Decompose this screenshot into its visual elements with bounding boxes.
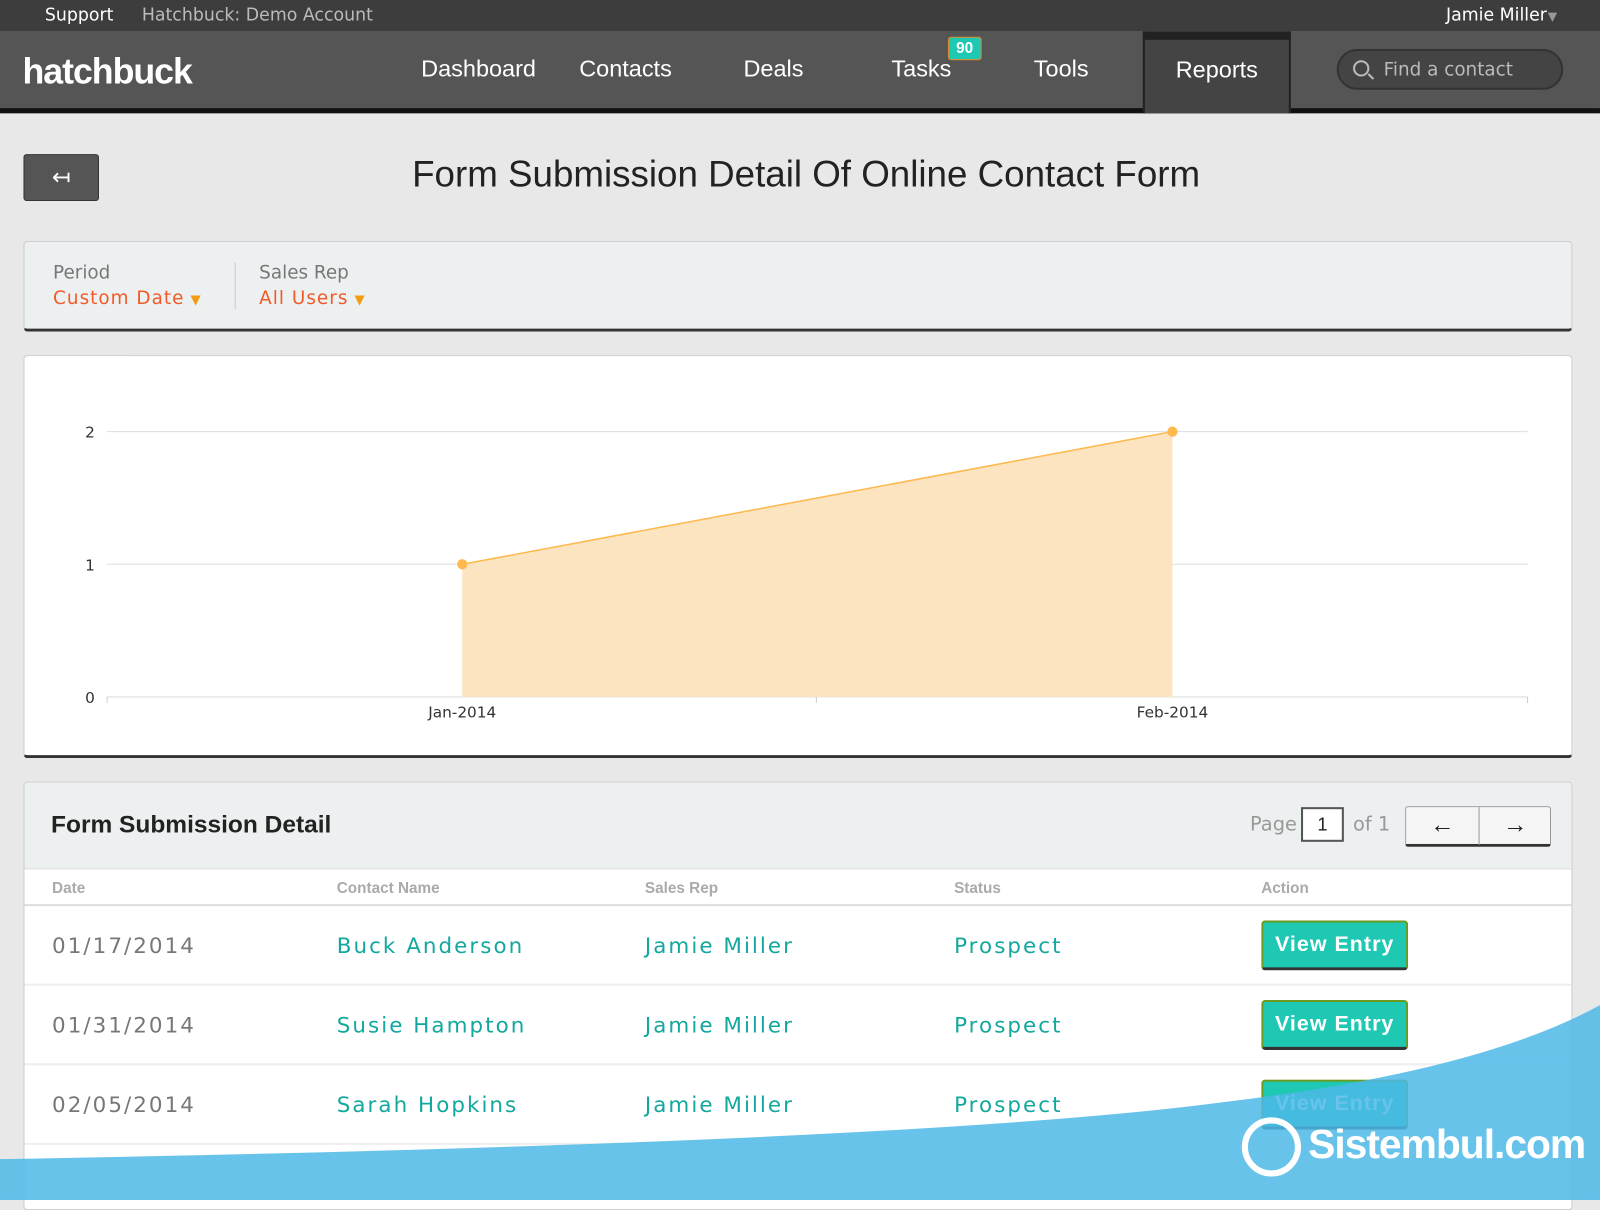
date-cell: 01/31/2014 bbox=[52, 1013, 196, 1038]
chart-panel: 0 1 2 Jan-2014 Feb-2014 bbox=[23, 355, 1573, 759]
data-point bbox=[1167, 426, 1178, 437]
page-input[interactable]: 1 bbox=[1301, 807, 1344, 842]
col-date: Date bbox=[52, 879, 86, 897]
col-contact: Contact Name bbox=[336, 879, 440, 897]
area-chart: 0 1 2 Jan-2014 Feb-2014 bbox=[85, 424, 1529, 721]
sales-rep-link[interactable]: Jamie Miller bbox=[645, 934, 794, 958]
next-page-button[interactable]: → bbox=[1478, 807, 1551, 845]
table-row: 01/17/2014 Buck Anderson Jamie Miller Pr… bbox=[24, 906, 1572, 986]
data-point bbox=[457, 559, 468, 570]
y-tick-label: 1 bbox=[85, 556, 95, 574]
contact-link[interactable]: Buck Anderson bbox=[337, 934, 525, 958]
y-tick-label: 2 bbox=[85, 424, 95, 442]
table-header: Date Contact Name Sales Rep Status Actio… bbox=[24, 869, 1572, 907]
status-cell: Prospect bbox=[954, 1013, 1063, 1038]
view-entry-button[interactable]: View Entry bbox=[1261, 999, 1409, 1050]
sales-rep-link[interactable]: Jamie Miller bbox=[645, 1093, 794, 1117]
contact-link[interactable]: Susie Hampton bbox=[337, 1013, 527, 1037]
col-action: Action bbox=[1261, 879, 1309, 897]
table-title: Form Submission Detail bbox=[51, 811, 332, 839]
col-rep: Sales Rep bbox=[644, 879, 719, 897]
col-status: Status bbox=[954, 879, 1001, 897]
area-fill bbox=[462, 431, 1173, 697]
date-cell: 02/05/2014 bbox=[52, 1092, 196, 1118]
date-cell: 01/17/2014 bbox=[52, 933, 196, 959]
page-count: of 1 bbox=[1353, 813, 1391, 836]
y-tick-label: 0 bbox=[85, 689, 95, 707]
x-tick-label: Jan-2014 bbox=[427, 703, 496, 721]
status-cell: Prospect bbox=[954, 1092, 1063, 1118]
status-cell: Prospect bbox=[954, 933, 1063, 959]
page-label: Page bbox=[1249, 813, 1297, 836]
x-tick-label: Feb-2014 bbox=[1137, 703, 1209, 721]
prev-page-button[interactable]: ← bbox=[1406, 807, 1478, 845]
view-entry-button[interactable]: View Entry bbox=[1261, 920, 1409, 971]
table-row: 01/31/2014 Susie Hampton Jamie Miller Pr… bbox=[24, 986, 1572, 1066]
sales-rep-link[interactable]: Jamie Miller bbox=[645, 1013, 794, 1037]
watermark-text: Sistembul.com bbox=[1308, 1122, 1586, 1168]
contact-link[interactable]: Sarah Hopkins bbox=[337, 1093, 519, 1117]
